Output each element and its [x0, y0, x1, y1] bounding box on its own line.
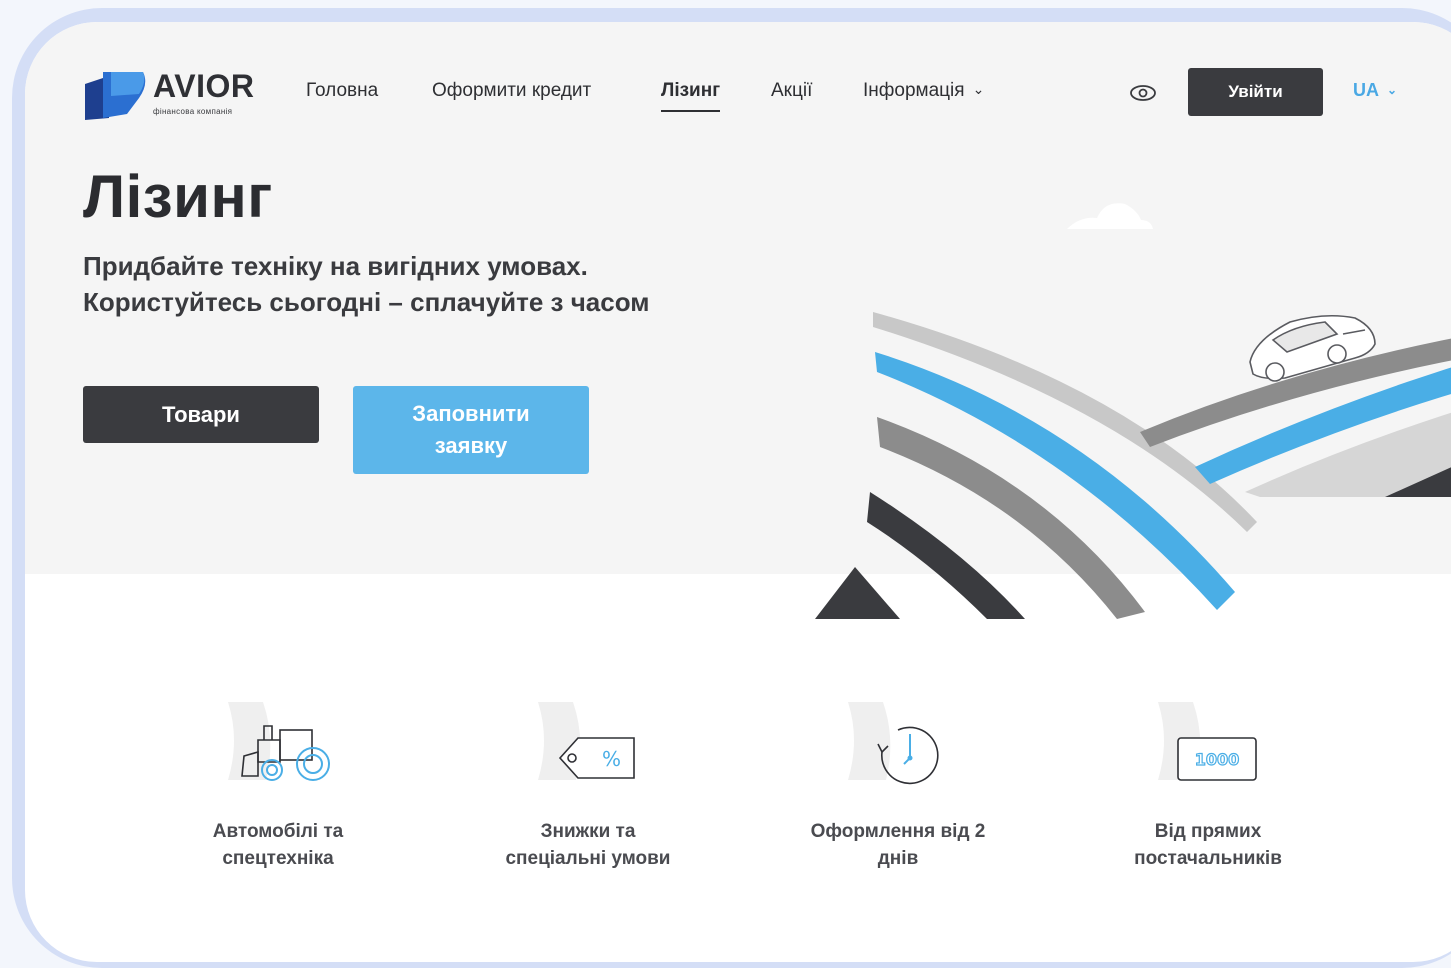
feature-label-line-1: Автомобілі та: [212, 821, 344, 842]
feature-label-line-1: Оформлення від 2: [810, 821, 986, 842]
products-button[interactable]: Товари: [83, 386, 319, 443]
apply-button[interactable]: Заповнити заявку: [353, 386, 589, 474]
clock-icon: [848, 702, 939, 785]
feature-label-line-1: Від прямих: [1154, 821, 1262, 842]
discount-tag-icon: %: [538, 702, 635, 780]
feature-suppliers: 1000 Від прямих постачальників: [1098, 700, 1318, 872]
page-title: Лізинг: [83, 163, 273, 230]
nav-item-leasing[interactable]: Лізинг: [661, 80, 721, 112]
brand-tagline: фінансова компанія: [153, 107, 233, 116]
brand-logo[interactable]: AVIOR фінансова компанія: [83, 68, 263, 122]
nav-item-credit[interactable]: Оформити кредит: [432, 80, 591, 102]
hero-subtitle-line-1: Придбайте техніку на вигідних умовах.: [83, 251, 588, 281]
feature-label-line-1: Знижки та: [540, 821, 636, 842]
brand-name: AVIOR: [153, 68, 255, 104]
feature-processing-time: Оформлення від 2 днів: [788, 700, 1008, 872]
feature-label-line-2: днів: [877, 848, 919, 869]
banknote-icon: 1000: [1158, 702, 1257, 781]
feature-label-line-2: спецтехніка: [222, 848, 334, 869]
nav-item-info[interactable]: Інформація ⌄: [863, 80, 984, 102]
chevron-down-icon: ⌄: [972, 81, 985, 97]
login-button[interactable]: Увійти: [1188, 68, 1323, 116]
chevron-down-icon: ⌄: [1387, 83, 1398, 97]
hero-subtitle-line-2: Користуйтесь сьогодні – сплачуйте з часо…: [83, 287, 650, 317]
nav-item-home[interactable]: Головна: [306, 80, 378, 102]
banknote-value: 1000: [1195, 750, 1240, 769]
feature-label-line-2: спеціальні умови: [505, 848, 671, 869]
language-label: UA: [1353, 80, 1379, 100]
feature-discounts: % Знижки та спеціальні умови: [478, 700, 698, 872]
nav-item-info-label: Інформація: [863, 80, 965, 101]
feature-label-line-2: постачальників: [1134, 848, 1282, 869]
apply-button-label: Заповнити заявку: [412, 401, 530, 458]
browser-viewport: AVIOR фінансова компанія Головна Оформит…: [25, 22, 1451, 962]
logo-mark-icon: [85, 72, 146, 120]
tractor-icon: [228, 702, 330, 781]
nav-item-promotions[interactable]: Акції: [771, 80, 812, 102]
language-selector[interactable]: UA ⌄: [1353, 80, 1397, 101]
svg-text:%: %: [602, 747, 621, 771]
hero-subtitle: Придбайте техніку на вигідних умовах. Ко…: [83, 248, 650, 320]
feature-vehicles: Автомобілі та спецтехніка: [168, 700, 388, 872]
eye-icon[interactable]: [1129, 83, 1157, 103]
